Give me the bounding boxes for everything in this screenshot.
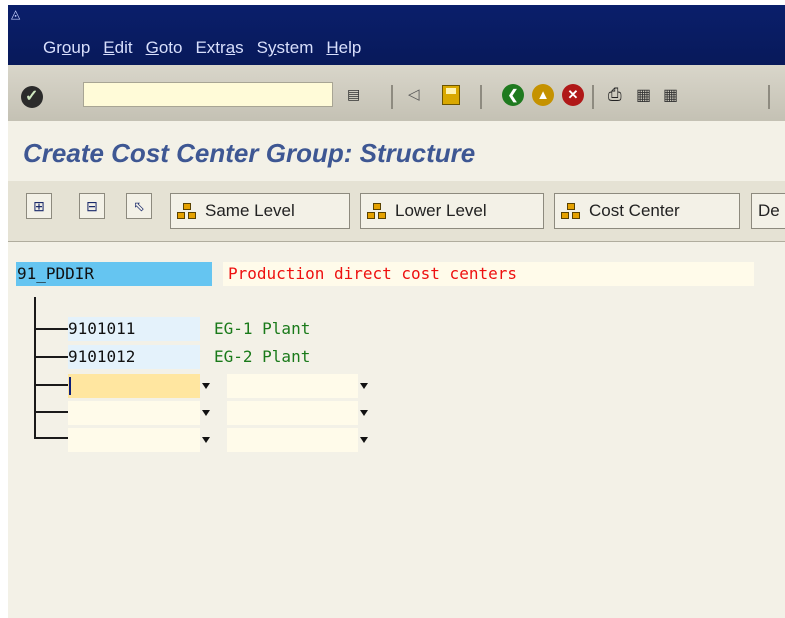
root-group-description[interactable]: Production direct cost centers xyxy=(223,262,754,286)
dropdown-arrow-icon[interactable] xyxy=(202,383,210,389)
new-cost-center-input[interactable] xyxy=(68,374,200,398)
hierarchy-icon xyxy=(177,203,197,219)
print-icon[interactable]: ⎙ xyxy=(608,85,628,105)
dropdown-arrow-icon[interactable] xyxy=(360,437,368,443)
system-menu-icon[interactable]: ◬ xyxy=(11,7,25,21)
back-arrow-icon[interactable]: ◁ xyxy=(408,85,420,103)
tree-branch xyxy=(34,437,68,439)
page-title: Create Cost Center Group: Structure xyxy=(23,138,476,168)
exit-icon[interactable]: ▲ xyxy=(532,84,554,106)
menu-goto[interactable]: Goto xyxy=(146,38,183,58)
new-cost-center-description[interactable] xyxy=(227,401,358,425)
same-level-button[interactable]: Same Level xyxy=(170,193,350,229)
tree-branch xyxy=(34,356,68,358)
delete-label: De xyxy=(758,201,780,220)
command-field[interactable] xyxy=(83,82,333,107)
tree-connector xyxy=(34,297,36,438)
cost-center-label: Cost Center xyxy=(589,201,680,220)
cancel-icon[interactable]: ✕ xyxy=(562,84,584,106)
menu-extras[interactable]: Extras xyxy=(195,38,243,58)
new-cost-center-input[interactable] xyxy=(68,401,200,425)
cost-center-id[interactable]: 9101011 xyxy=(68,317,200,341)
select-icon: ⬁ xyxy=(133,198,145,214)
menu-list: Group Edit Goto Extras System Help xyxy=(43,38,374,58)
collapse-subtree-icon: ⊟ xyxy=(86,198,98,214)
command-history-icon[interactable]: ▤ xyxy=(347,86,360,103)
find-icon[interactable]: ▦ xyxy=(636,85,656,105)
find-next-icon[interactable]: ▦ xyxy=(663,85,683,105)
toolbar-separator xyxy=(391,85,393,109)
expand-subtree-icon: ⊞ xyxy=(33,198,45,214)
dropdown-arrow-icon[interactable] xyxy=(202,410,210,416)
lower-level-label: Lower Level xyxy=(395,201,487,220)
new-cost-center-description[interactable] xyxy=(227,428,358,452)
same-level-label: Same Level xyxy=(205,201,295,220)
tree-branch xyxy=(34,328,68,330)
text-cursor xyxy=(69,377,71,395)
new-cost-center-input[interactable] xyxy=(68,428,200,452)
hierarchy-icon xyxy=(367,203,387,219)
new-cost-center-description[interactable] xyxy=(227,374,358,398)
menu-group[interactable]: Group xyxy=(43,38,90,58)
cost-center-name: EG-1 Plant xyxy=(214,319,311,338)
toolbar-separator xyxy=(592,85,594,109)
toolbar-separator xyxy=(480,85,482,109)
cost-center-button[interactable]: Cost Center xyxy=(554,193,740,229)
standard-toolbar: ▤ ◁ ❮ ▲ ✕ ⎙ ▦ ▦ xyxy=(8,65,785,122)
expand-subtree-button[interactable]: ⊞ xyxy=(26,193,52,219)
menu-bar: ◬ Group Edit Goto Extras System Help xyxy=(8,5,785,65)
cost-center-name: EG-2 Plant xyxy=(214,347,311,366)
select-button[interactable]: ⬁ xyxy=(126,193,152,219)
dropdown-arrow-icon[interactable] xyxy=(202,437,210,443)
sap-window: ◬ Group Edit Goto Extras System Help ▤ ◁… xyxy=(8,5,785,618)
toolbar-separator xyxy=(768,85,770,109)
enter-icon[interactable] xyxy=(21,86,43,108)
menu-edit[interactable]: Edit xyxy=(103,38,132,58)
lower-level-button[interactable]: Lower Level xyxy=(360,193,544,229)
back-icon[interactable]: ❮ xyxy=(502,84,524,106)
save-icon[interactable] xyxy=(442,85,460,105)
menu-help[interactable]: Help xyxy=(326,38,361,58)
menu-system[interactable]: System xyxy=(257,38,314,58)
tree-branch xyxy=(34,411,68,413)
hierarchy-icon xyxy=(561,203,581,219)
dropdown-arrow-icon[interactable] xyxy=(360,383,368,389)
dropdown-arrow-icon[interactable] xyxy=(360,410,368,416)
cost-center-id[interactable]: 9101012 xyxy=(68,345,200,369)
root-group-id[interactable]: 91_PDDIR xyxy=(16,262,212,286)
delete-button[interactable]: De xyxy=(751,193,785,229)
tree-branch xyxy=(34,384,68,386)
collapse-subtree-button[interactable]: ⊟ xyxy=(79,193,105,219)
